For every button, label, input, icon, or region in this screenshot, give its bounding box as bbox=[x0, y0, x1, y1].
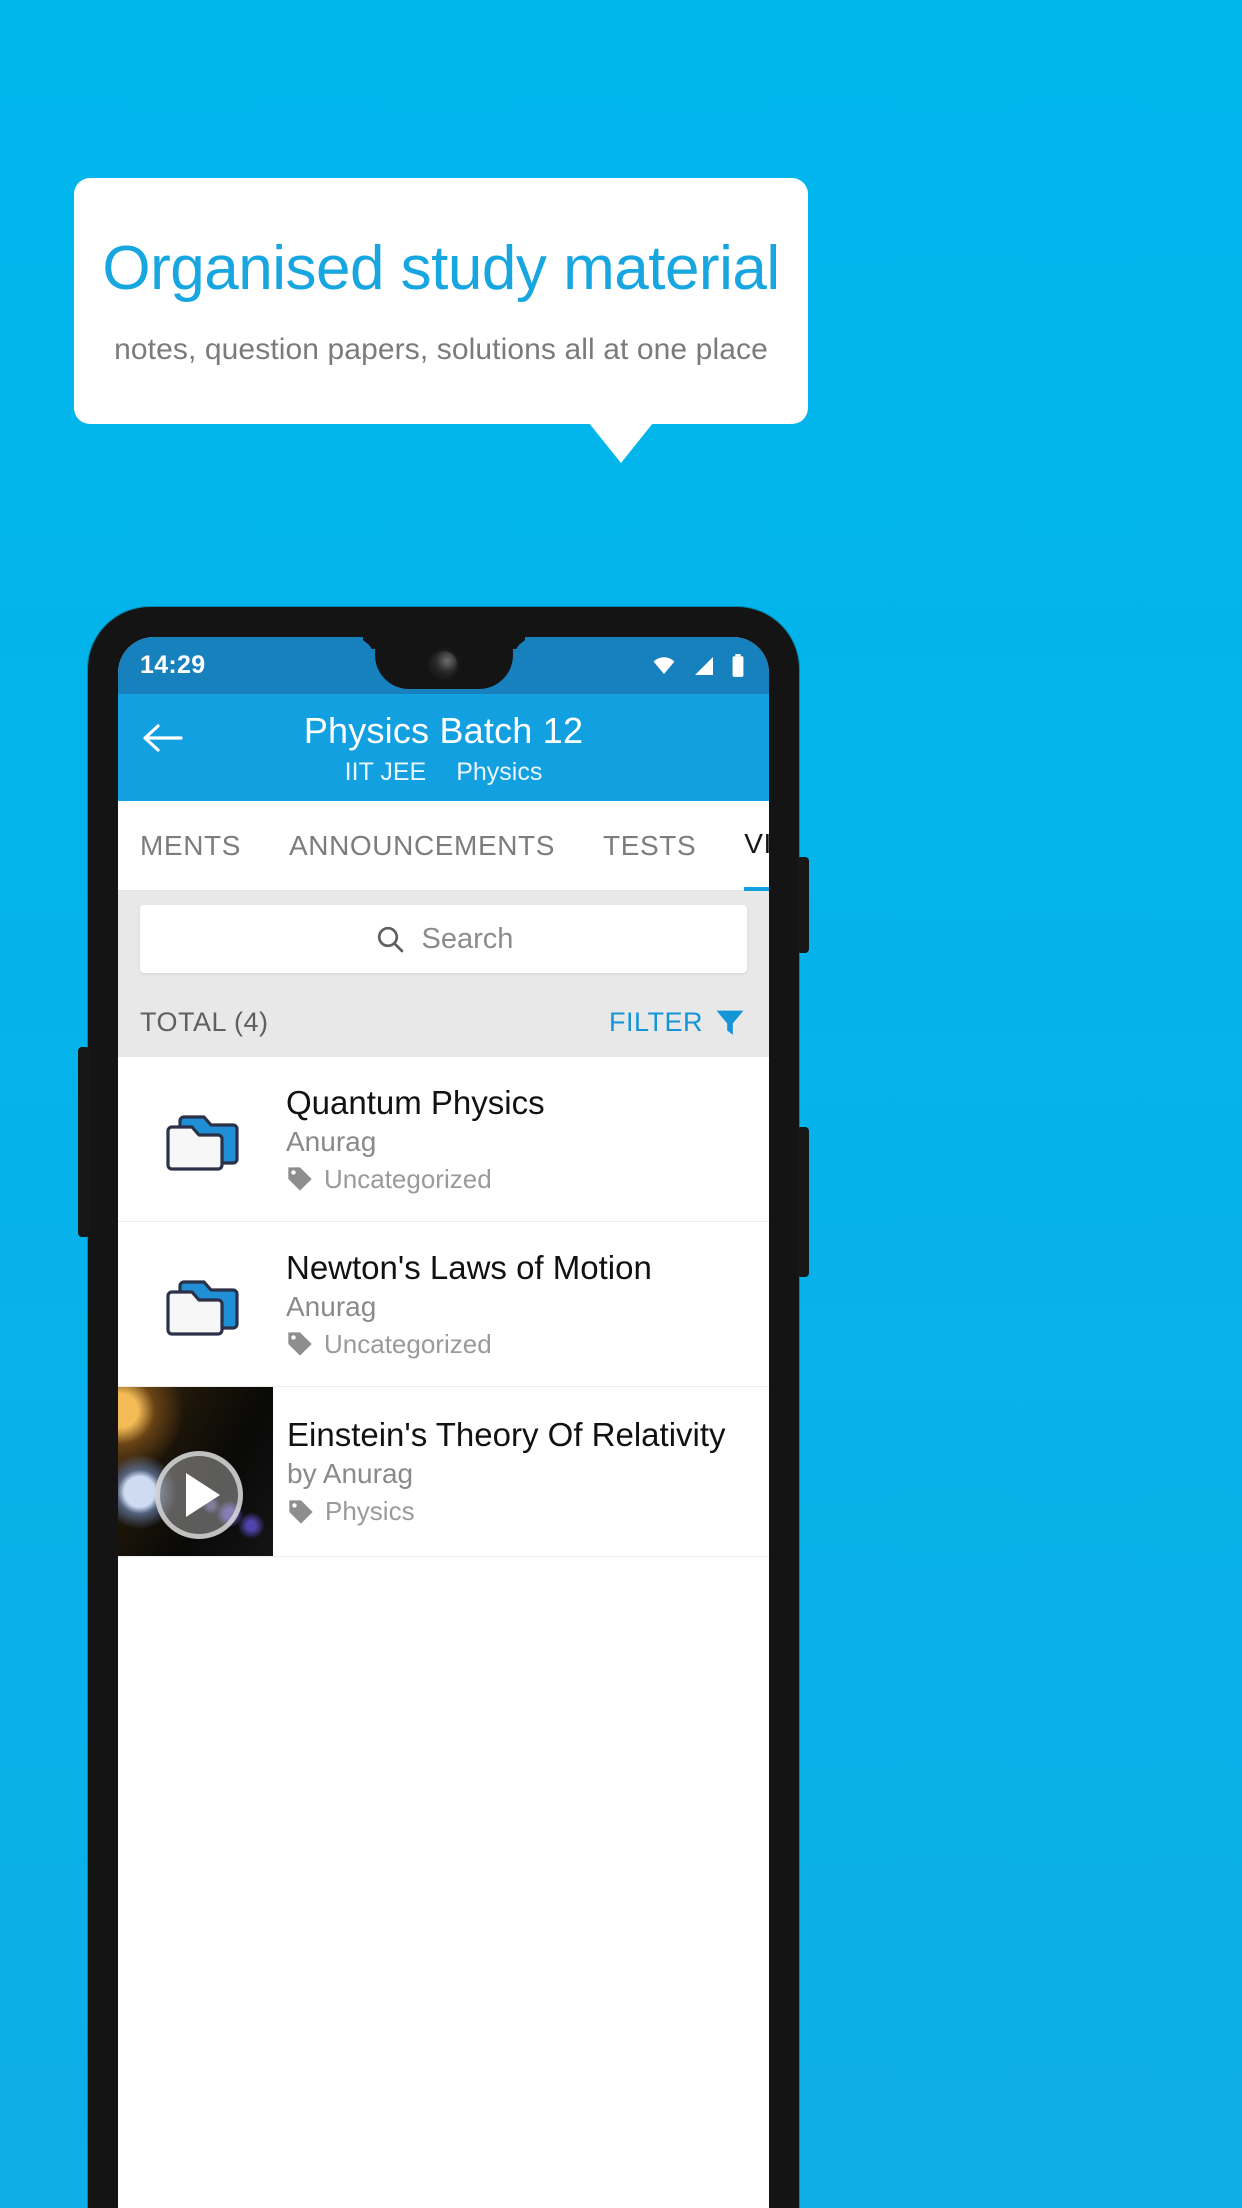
folder-icon bbox=[118, 1268, 286, 1340]
list-item-title: Newton's Laws of Motion bbox=[286, 1248, 652, 1286]
breadcrumb-subject: Physics bbox=[456, 758, 543, 786]
promo-card-tail bbox=[589, 423, 653, 463]
phone-notch bbox=[374, 637, 513, 689]
video-list: Quantum Physics Anurag Uncategorized New… bbox=[118, 1057, 769, 1557]
phone-side-button bbox=[78, 1047, 90, 1237]
play-triangle bbox=[185, 1473, 220, 1518]
list-item-tag-label: Physics bbox=[325, 1496, 415, 1526]
phone-mockup: 14:29 Physics Batch 12 IIT JEE Physics M… bbox=[78, 607, 809, 2208]
battery-icon bbox=[732, 653, 744, 677]
app-bar-subtitle: IIT JEE Physics bbox=[345, 758, 543, 787]
tab-bar: MENTS ANNOUNCEMENTS TESTS VIDEOS bbox=[118, 801, 769, 891]
play-icon[interactable] bbox=[154, 1451, 243, 1540]
search-input[interactable]: Search bbox=[140, 905, 747, 973]
list-item-tag: Physics bbox=[287, 1496, 769, 1527]
list-item-text: Quantum Physics Anurag Uncategorized bbox=[286, 1084, 559, 1195]
list-item-author: by Anurag bbox=[287, 1458, 414, 1489]
promo-screenshot: Organised study material notes, question… bbox=[0, 0, 1242, 2208]
list-item-title: Quantum Physics bbox=[286, 1083, 545, 1121]
promo-card: Organised study material notes, question… bbox=[74, 178, 808, 424]
list-toolbar: TOTAL (4) FILTER bbox=[118, 987, 769, 1057]
search-icon bbox=[377, 926, 403, 953]
tag-icon bbox=[288, 1167, 312, 1191]
tab-videos[interactable]: VIDEOS bbox=[744, 801, 769, 891]
page-subtitle: notes, question papers, solutions all at… bbox=[114, 333, 768, 367]
tab-tests[interactable]: TESTS bbox=[603, 801, 696, 891]
signal-icon bbox=[695, 656, 713, 675]
list-item-title: Einstein's Theory Of Relativity bbox=[287, 1416, 726, 1453]
list-item-tag-label: Uncategorized bbox=[324, 1163, 492, 1194]
folder-icon bbox=[118, 1103, 286, 1175]
video-thumbnail[interactable] bbox=[118, 1387, 273, 1556]
list-item-tag-label: Uncategorized bbox=[324, 1328, 492, 1359]
tab-announcements[interactable]: ANNOUNCEMENTS bbox=[289, 801, 555, 891]
filter-funnel-icon bbox=[716, 1010, 744, 1035]
wifi-icon bbox=[653, 656, 675, 674]
tag-icon bbox=[289, 1499, 313, 1524]
list-item-tag: Uncategorized bbox=[286, 1329, 652, 1360]
list-item[interactable]: Newton's Laws of Motion Anurag Uncategor… bbox=[118, 1222, 769, 1387]
filter-button[interactable]: FILTER bbox=[609, 1005, 747, 1039]
list-item-text: Newton's Laws of Motion Anurag Uncategor… bbox=[286, 1249, 666, 1360]
phone-volume-button bbox=[797, 1127, 809, 1277]
front-camera-icon bbox=[430, 651, 457, 677]
breadcrumb-exam: IIT JEE bbox=[344, 758, 427, 786]
tab-assignments[interactable]: MENTS bbox=[140, 801, 241, 891]
list-item[interactable]: Quantum Physics Anurag Uncategorized bbox=[118, 1057, 769, 1222]
phone-screen: 14:29 Physics Batch 12 IIT JEE Physics M… bbox=[118, 637, 769, 2208]
page-title: Organised study material bbox=[102, 233, 780, 303]
filter-label: FILTER bbox=[608, 1006, 703, 1037]
status-bar: 14:29 bbox=[118, 637, 769, 694]
back-arrow-icon[interactable] bbox=[140, 716, 184, 760]
phone-power-button bbox=[797, 857, 809, 953]
status-icons bbox=[649, 653, 747, 679]
list-item[interactable]: Einstein's Theory Of Relativity by Anura… bbox=[118, 1387, 769, 1557]
list-item-author: Anurag bbox=[286, 1290, 377, 1322]
list-item-text: Einstein's Theory Of Relativity by Anura… bbox=[273, 1387, 769, 1556]
page-title: Physics Batch 12 bbox=[303, 710, 584, 751]
search-area: Search bbox=[118, 891, 769, 987]
list-item-tag: Uncategorized bbox=[286, 1164, 545, 1195]
total-count-label: TOTAL (4) bbox=[140, 1006, 269, 1037]
list-item-author: Anurag bbox=[286, 1125, 377, 1157]
app-bar: Physics Batch 12 IIT JEE Physics bbox=[118, 694, 769, 801]
status-time: 14:29 bbox=[140, 651, 206, 679]
search-placeholder: Search bbox=[421, 922, 514, 955]
tag-icon bbox=[288, 1332, 312, 1356]
